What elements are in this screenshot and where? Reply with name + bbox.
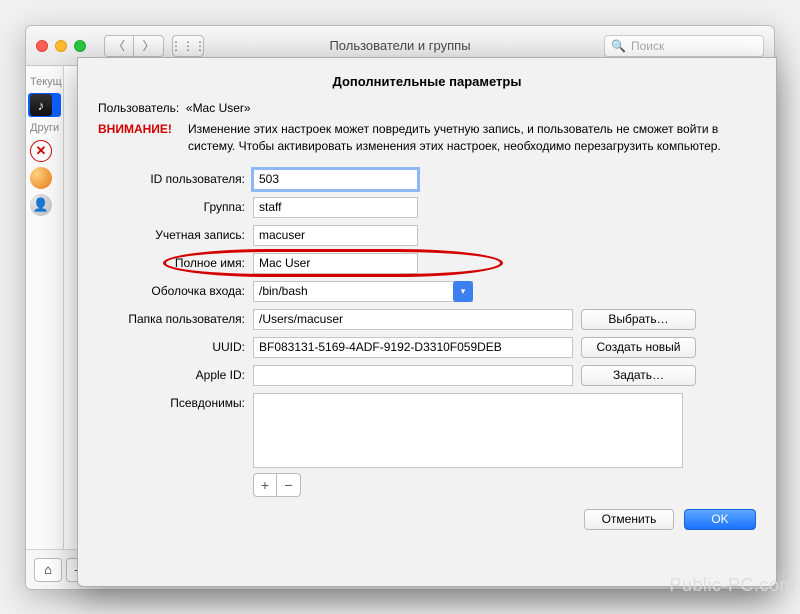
user-avatar-icon: ♪ — [30, 94, 52, 116]
new-uuid-button[interactable]: Создать новый — [581, 337, 696, 358]
sidebar-label-other: Други — [26, 120, 63, 136]
plus-icon: + — [261, 477, 269, 493]
account-input[interactable] — [253, 225, 418, 246]
zoom-icon[interactable] — [74, 40, 86, 52]
sidebar-item-user[interactable]: ✕ — [28, 139, 61, 163]
appleid-label: Apple ID: — [98, 368, 253, 382]
nav-segment: 〈 〉 — [104, 35, 164, 57]
aliases-label: Псевдонимы: — [98, 393, 253, 410]
sidebar-item-guest[interactable]: 👤 — [28, 193, 61, 217]
sidebar-item-current-user[interactable]: ♪ — [28, 93, 61, 117]
cancel-button[interactable]: Отменить — [584, 509, 674, 530]
home-icon: ⌂ — [44, 562, 52, 577]
window-title: Пользователи и группы — [329, 38, 470, 53]
sidebar-label-current: Текущ — [26, 74, 63, 90]
shell-dropdown-icon[interactable]: ▾ — [453, 281, 473, 302]
forward-button[interactable]: 〉 — [134, 35, 164, 57]
search-placeholder: Поиск — [631, 39, 664, 53]
fullname-label: Полное имя: — [98, 256, 253, 270]
appleid-input[interactable] — [253, 365, 573, 386]
home-button[interactable]: ⌂ — [34, 558, 62, 582]
search-input[interactable]: 🔍 Поиск — [604, 35, 764, 57]
close-icon[interactable] — [36, 40, 48, 52]
disabled-user-icon: ✕ — [30, 140, 52, 162]
search-icon: 🔍 — [611, 39, 626, 53]
users-sidebar: Текущ ♪ Други ✕ 👤 — [26, 66, 64, 549]
user-id-input[interactable] — [253, 169, 418, 190]
minus-icon: − — [284, 477, 292, 493]
homedir-label: Папка пользователя: — [98, 312, 253, 326]
user-line: Пользователь: «Mac User» — [98, 101, 756, 115]
grid-icon: ⋮⋮⋮ — [170, 39, 206, 53]
ok-button[interactable]: OK — [684, 509, 756, 530]
user-name: «Mac User» — [186, 101, 251, 115]
user-id-label: ID пользователя: — [98, 172, 253, 186]
shell-select[interactable] — [253, 281, 473, 302]
choose-homedir-button[interactable]: Выбрать… — [581, 309, 696, 330]
add-alias-button[interactable]: + — [253, 473, 277, 497]
minimize-icon[interactable] — [55, 40, 67, 52]
back-button[interactable]: 〈 — [104, 35, 134, 57]
chevron-right-icon: 〉 — [142, 37, 154, 54]
traffic-lights — [36, 40, 86, 52]
remove-alias-button[interactable]: − — [277, 473, 301, 497]
sheet-title: Дополнительные параметры — [98, 74, 756, 89]
uuid-label: UUID: — [98, 340, 253, 354]
sidebar-item-user[interactable] — [28, 166, 61, 190]
chevron-left-icon: 〈 — [113, 37, 125, 54]
show-all-button[interactable]: ⋮⋮⋮ — [172, 35, 204, 57]
chevron-updown-icon: ▾ — [461, 286, 466, 297]
uuid-input[interactable] — [253, 337, 573, 358]
account-label: Учетная запись: — [98, 228, 253, 242]
fullname-input[interactable] — [253, 253, 418, 274]
warning-text: Изменение этих настроек может повредить … — [188, 121, 756, 155]
group-label: Группа: — [98, 200, 253, 214]
warning-label: ВНИМАНИЕ! — [98, 121, 188, 155]
shell-label: Оболочка входа: — [98, 284, 253, 298]
advanced-options-sheet: Дополнительные параметры Пользователь: «… — [77, 57, 777, 587]
homedir-input[interactable] — [253, 309, 573, 330]
guest-icon: 👤 — [30, 194, 52, 216]
user-label: Пользователь: — [98, 101, 179, 115]
user-avatar-icon — [30, 167, 52, 189]
warning-row: ВНИМАНИЕ! Изменение этих настроек может … — [98, 121, 756, 155]
set-appleid-button[interactable]: Задать… — [581, 365, 696, 386]
aliases-list[interactable] — [253, 393, 683, 468]
group-input[interactable] — [253, 197, 418, 218]
